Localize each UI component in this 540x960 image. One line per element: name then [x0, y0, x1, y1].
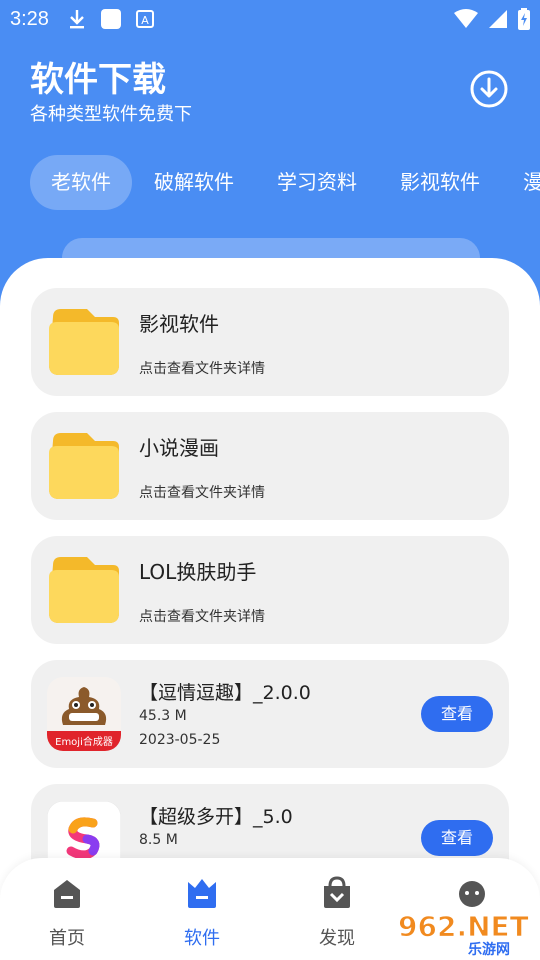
view-button[interactable]: 查看	[421, 820, 493, 856]
folder-icon	[49, 433, 119, 499]
tab-old-software[interactable]: 老软件	[30, 155, 132, 210]
signal-icon	[489, 10, 507, 28]
nav-software[interactable]: 软件	[162, 876, 242, 950]
nav-label: 发现	[319, 928, 355, 949]
folder-desc: 点击查看文件夹详情	[139, 485, 265, 501]
folder-desc: 点击查看文件夹详情	[139, 361, 265, 377]
battery-icon	[518, 8, 530, 30]
status-bar: 3:28 A	[0, 0, 540, 38]
font-status-icon: A	[136, 10, 154, 28]
watermark-logo: 962.NET 乐游网	[398, 910, 529, 957]
app-card[interactable]: Emoji合成器 【逗情逗趣】_2.0.0 45.3 M 2023-05-25 …	[31, 660, 509, 768]
status-time: 3:28	[10, 8, 49, 30]
download-status-icon	[70, 10, 84, 29]
svg-text:962.NET: 962.NET	[398, 910, 529, 943]
folder-title: 影视软件	[139, 312, 219, 336]
nav-label: 首页	[49, 928, 85, 949]
content-panel: 影视软件 点击查看文件夹详情 小说漫画 点击查看文件夹详情 LOL换肤助手 点击…	[0, 258, 540, 960]
page-subtitle: 各种类型软件免费下	[30, 104, 192, 125]
app-status-icon	[101, 9, 121, 29]
folder-icon	[49, 557, 119, 623]
home-icon	[54, 880, 80, 908]
page-title: 软件下载	[30, 60, 166, 100]
folder-card[interactable]: 小说漫画 点击查看文件夹详情	[31, 412, 509, 520]
profile-icon	[459, 881, 485, 907]
download-icon[interactable]	[468, 68, 510, 110]
discover-icon	[324, 876, 350, 908]
nav-discover[interactable]: 发现	[297, 876, 377, 950]
folder-title: LOL换肤助手	[139, 560, 257, 584]
emoji-app-icon: Emoji合成器	[47, 677, 121, 751]
folder-title: 小说漫画	[139, 436, 219, 460]
app-title: 【逗情逗趣】_2.0.0	[139, 682, 311, 704]
folder-desc: 点击查看文件夹详情	[139, 609, 265, 625]
svg-text:A: A	[141, 14, 149, 27]
nav-home[interactable]: 首页	[27, 876, 107, 950]
category-tabs: 老软件 破解软件 学习资料 影视软件 漫画	[30, 155, 540, 210]
svg-text:乐游网: 乐游网	[468, 941, 510, 956]
tab-comics[interactable]: 漫画	[502, 155, 540, 210]
app-size: 8.5 M	[139, 832, 178, 848]
app-title: 【超级多开】_5.0	[139, 806, 293, 828]
tab-cracked-software[interactable]: 破解软件	[133, 155, 255, 210]
app-size: 45.3 M	[139, 708, 187, 724]
nav-label: 软件	[184, 928, 220, 949]
folder-card[interactable]: LOL换肤助手 点击查看文件夹详情	[31, 536, 509, 644]
tab-study-materials[interactable]: 学习资料	[256, 155, 378, 210]
wifi-icon	[454, 9, 478, 28]
software-icon	[188, 879, 216, 908]
folder-icon	[49, 309, 119, 375]
app-date: 2023-05-25	[139, 732, 221, 748]
app-icon-caption: Emoji合成器	[55, 735, 113, 748]
tab-video-software[interactable]: 影视软件	[379, 155, 501, 210]
folder-card[interactable]: 影视软件 点击查看文件夹详情	[31, 288, 509, 396]
view-button[interactable]: 查看	[421, 696, 493, 732]
